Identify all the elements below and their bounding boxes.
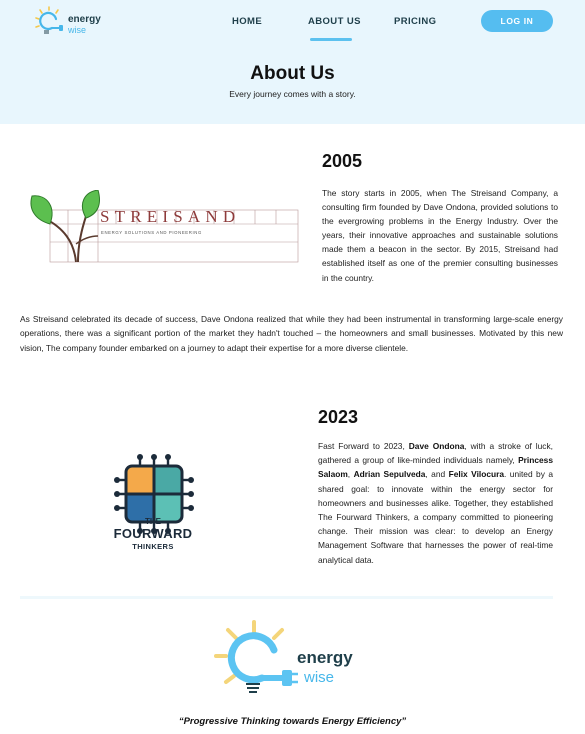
header-banner: energy wise HOME ABOUT US PRICING LOG IN… bbox=[0, 0, 585, 124]
year-2005-heading: 2005 bbox=[322, 151, 363, 171]
story-2023-paragraph: Fast Forward to 2023, Dave Ondona, with … bbox=[318, 439, 553, 567]
year-2023-heading: 2023 bbox=[318, 407, 359, 427]
footer-tagline: “Progressive Thinking towards Energy Eff… bbox=[178, 716, 407, 727]
streisand-wordmark: STREISAND bbox=[100, 207, 240, 226]
streisand-logo: STREISAND ENERGY SOLUTIONS AND PIONEERIN… bbox=[30, 190, 299, 263]
brand-name-line1: energy bbox=[68, 14, 101, 25]
nav-active-indicator bbox=[310, 38, 352, 41]
member-name: Adrian Sepulveda bbox=[353, 469, 426, 480]
story-2023-text: Fast Forward to 2023, bbox=[318, 441, 409, 451]
story-2005-paragraph: The story starts in 2005, when The Strei… bbox=[322, 188, 558, 283]
brand-logo[interactable]: energy wise bbox=[32, 6, 122, 38]
fourward-the-label: THE bbox=[145, 517, 161, 526]
page-subtitle: Every journey comes with a story. bbox=[229, 89, 356, 99]
nav-home-link[interactable]: HOME bbox=[232, 16, 262, 27]
story-2023-text: , and bbox=[425, 469, 449, 480]
bulb-plug-icon bbox=[35, 6, 63, 34]
brand-name-line2: wise bbox=[68, 25, 87, 35]
nav-about-link[interactable]: ABOUT US bbox=[308, 16, 361, 27]
fourward-name-label: FOURWARD bbox=[113, 526, 193, 541]
fourward-sub-label: THINKERS bbox=[132, 542, 174, 551]
story-bridge-paragraph: As Streisand celebrated its decade of su… bbox=[20, 314, 563, 353]
footer-brand-line1: energy bbox=[297, 648, 353, 667]
section-divider bbox=[20, 596, 553, 599]
footer-brand-line2: wise bbox=[304, 669, 335, 686]
login-button[interactable]: LOG IN bbox=[481, 10, 553, 32]
founder-name: Dave Ondona bbox=[408, 441, 465, 451]
member-name: Felix Vilocura bbox=[448, 469, 505, 480]
page-title: About Us bbox=[250, 63, 335, 84]
nav-pricing-link[interactable]: PRICING bbox=[394, 16, 436, 27]
story-2023-text: . united by a shared goal: to innovate w… bbox=[318, 469, 553, 565]
streisand-tagline: ENERGY SOLUTIONS AND PIONEERING bbox=[101, 230, 202, 235]
